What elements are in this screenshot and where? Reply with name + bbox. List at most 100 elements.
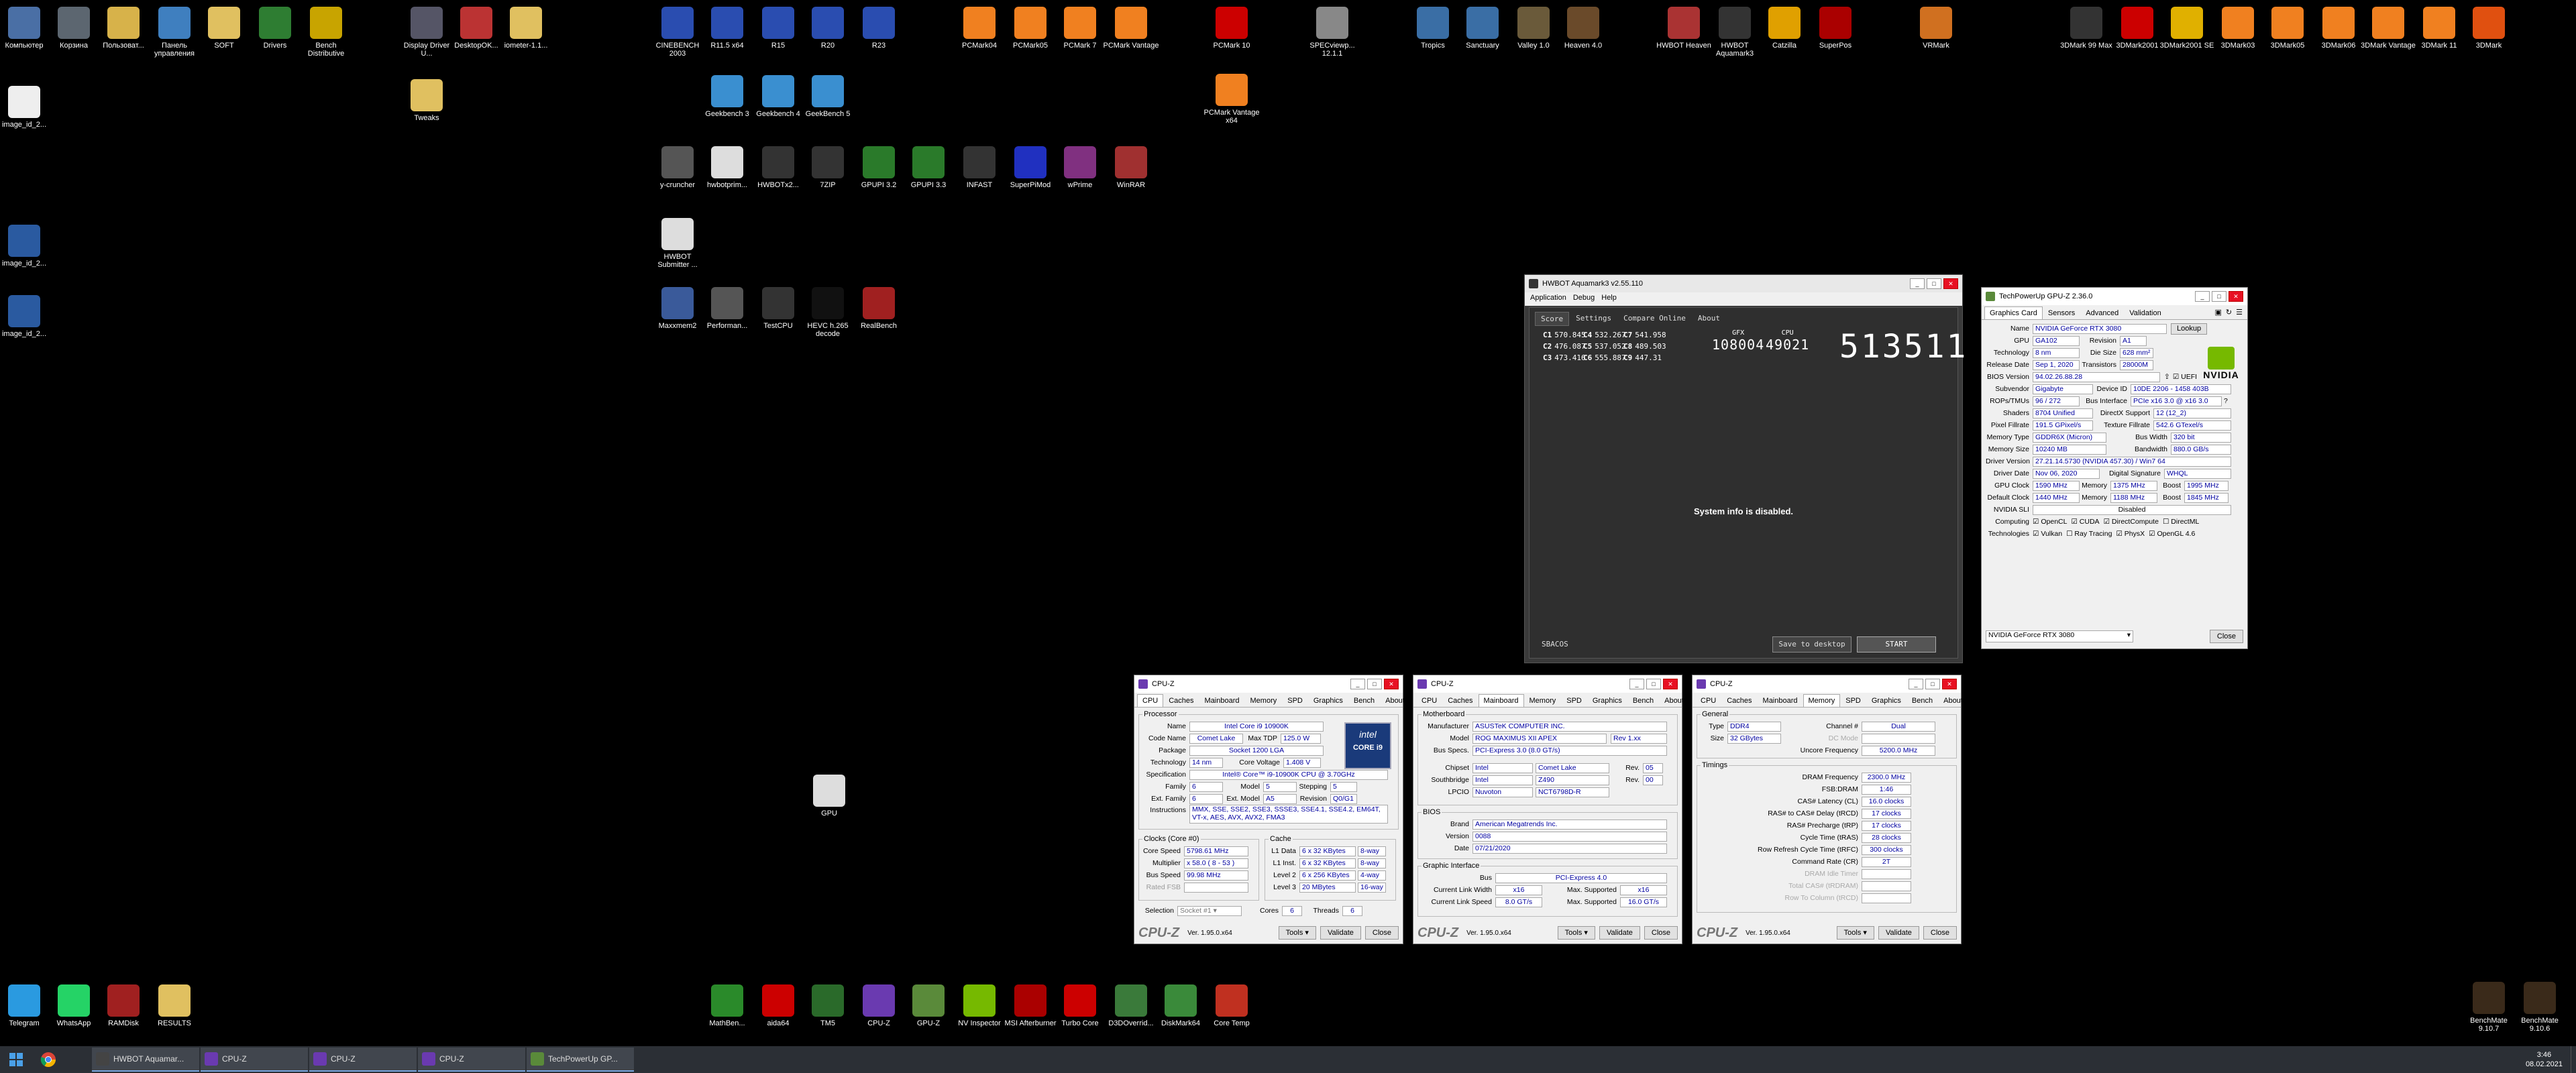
desktop-icon[interactable]: Bench Distributive bbox=[297, 7, 355, 58]
menu-application[interactable]: Application bbox=[1530, 294, 1566, 304]
chrome-pinned[interactable] bbox=[32, 1046, 64, 1073]
desktop-icon[interactable]: SOFT bbox=[195, 7, 253, 50]
menu-debug[interactable]: Debug bbox=[1573, 294, 1595, 304]
tab-mainboard[interactable]: Mainboard bbox=[1758, 694, 1803, 707]
desktop-icon[interactable]: Пользоват... bbox=[95, 7, 152, 50]
maximize-button[interactable]: □ bbox=[1646, 679, 1661, 689]
menu-help[interactable]: Help bbox=[1601, 294, 1617, 304]
tab-compare-online[interactable]: Compare Online bbox=[1618, 312, 1691, 326]
menu-icon[interactable]: ☰ bbox=[2234, 306, 2245, 319]
desktop-icon[interactable]: BenchMate 9.10.7 bbox=[2460, 982, 2518, 1033]
desktop-icon[interactable]: image_id_2... bbox=[0, 86, 53, 129]
desktop-icon[interactable]: SuperPos bbox=[1807, 7, 1864, 50]
tab-about[interactable]: About bbox=[1659, 694, 1689, 707]
desktop-icon[interactable]: DiskMark64 bbox=[1152, 984, 1210, 1027]
desktop-icon[interactable]: R11.5 x64 bbox=[698, 7, 756, 50]
tab-memory[interactable]: Memory bbox=[1245, 694, 1283, 707]
tab-caches[interactable]: Caches bbox=[1721, 694, 1757, 707]
close-button[interactable]: ✕ bbox=[1943, 278, 1958, 289]
desktop-icon[interactable]: NV Inspector bbox=[951, 984, 1008, 1027]
title-bar[interactable]: TechPowerUp GPU-Z 2.36.0 _ □ ✕ bbox=[1982, 288, 2247, 305]
desktop-icon[interactable]: image_id_2... bbox=[0, 295, 53, 338]
desktop-icon[interactable]: HEVC h.265 decode bbox=[799, 287, 857, 338]
tab-spd[interactable]: SPD bbox=[1282, 694, 1308, 707]
taskbar-window-button[interactable]: HWBOT Aquamar... bbox=[92, 1048, 199, 1072]
taskbar-window-button[interactable]: TechPowerUp GP... bbox=[527, 1048, 634, 1072]
desktop-icon[interactable]: INFAST bbox=[951, 146, 1008, 189]
maximize-button[interactable]: □ bbox=[1367, 679, 1382, 689]
taskbar-window-button[interactable]: CPU-Z bbox=[418, 1048, 525, 1072]
taskbar-window-button[interactable]: CPU-Z bbox=[201, 1048, 308, 1072]
tab-graphics[interactable]: Graphics bbox=[1866, 694, 1907, 707]
tab-advanced[interactable]: Advanced bbox=[2080, 306, 2124, 319]
desktop-icon[interactable]: wPrime bbox=[1051, 146, 1109, 189]
tab-about[interactable]: About bbox=[1380, 694, 1410, 707]
desktop-icon[interactable]: GPU bbox=[800, 775, 858, 817]
close-button[interactable]: Close bbox=[1923, 926, 1957, 940]
tab-caches[interactable]: Caches bbox=[1442, 694, 1478, 707]
minimize-button[interactable]: _ bbox=[1909, 679, 1923, 689]
validate-button[interactable]: Validate bbox=[1599, 926, 1640, 940]
desktop-icon[interactable]: Heaven 4.0 bbox=[1554, 7, 1612, 50]
title-bar[interactable]: CPU-Z _ □ ✕ bbox=[1413, 675, 1682, 693]
save-to-desktop-button[interactable]: Save to desktop bbox=[1772, 636, 1851, 653]
tab-bench[interactable]: Bench bbox=[1627, 694, 1659, 707]
tab-cpu[interactable]: CPU bbox=[1416, 694, 1442, 707]
title-bar[interactable]: CPU-Z _ □ ✕ bbox=[1693, 675, 1961, 693]
desktop-icon[interactable]: Geekbench 3 bbox=[698, 75, 756, 118]
desktop-icon[interactable]: Drivers bbox=[246, 7, 304, 50]
desktop-icon[interactable]: R20 bbox=[799, 7, 857, 50]
help-icon[interactable]: ? bbox=[2224, 397, 2228, 405]
minimize-button[interactable]: _ bbox=[2195, 291, 2210, 302]
desktop-icon[interactable]: HWBOT Submitter ... bbox=[649, 218, 706, 269]
tab-bench[interactable]: Bench bbox=[1348, 694, 1380, 707]
socket-select-dropdown[interactable]: Socket #1 ▾ bbox=[1177, 905, 1242, 916]
tab-cpu[interactable]: CPU bbox=[1695, 694, 1721, 707]
desktop-icon[interactable]: PCMark04 bbox=[951, 7, 1008, 50]
gpu-select-dropdown[interactable]: NVIDIA GeForce RTX 3080 ▾ bbox=[1986, 630, 2133, 642]
validate-button[interactable]: Validate bbox=[1320, 926, 1361, 940]
desktop-icon[interactable]: WinRAR bbox=[1102, 146, 1160, 189]
desktop-icon[interactable]: Sanctuary bbox=[1454, 7, 1511, 50]
desktop-icon[interactable]: MathBen... bbox=[698, 984, 756, 1027]
close-button[interactable]: ✕ bbox=[1942, 679, 1957, 689]
desktop-icon[interactable]: 3DMark Vantage bbox=[2359, 7, 2417, 50]
desktop-icon[interactable]: image_id_2... bbox=[0, 225, 53, 268]
tools-button[interactable]: Tools ▾ bbox=[1278, 926, 1316, 940]
tab-memory[interactable]: Memory bbox=[1524, 694, 1562, 707]
tab-validation[interactable]: Validation bbox=[2124, 306, 2167, 319]
desktop-icon[interactable]: iometer-1.1... bbox=[497, 7, 555, 50]
desktop-icon[interactable]: hwbotprim... bbox=[698, 146, 756, 189]
desktop-icon[interactable]: PCMark 10 bbox=[1203, 7, 1260, 50]
tab-score[interactable]: Score bbox=[1535, 312, 1570, 326]
minimize-button[interactable]: _ bbox=[1629, 679, 1644, 689]
desktop-icon[interactable]: PCMark Vantage bbox=[1102, 7, 1160, 50]
desktop-icon[interactable]: Core Temp bbox=[1203, 984, 1260, 1027]
desktop-icon[interactable]: 3DMark2001 SE bbox=[2158, 7, 2216, 50]
camera-icon[interactable]: ▣ bbox=[2213, 306, 2224, 319]
tab-cpu[interactable]: CPU bbox=[1137, 694, 1164, 707]
desktop-icon[interactable]: SPECviewp... 12.1.1 bbox=[1303, 7, 1361, 58]
share-icon[interactable]: ⇪ bbox=[2164, 373, 2170, 381]
close-button[interactable]: ✕ bbox=[2229, 291, 2243, 302]
close-button[interactable]: Close bbox=[1644, 926, 1678, 940]
tab-graphics[interactable]: Graphics bbox=[1587, 694, 1627, 707]
maximize-button[interactable]: □ bbox=[1927, 278, 1941, 289]
desktop-icon[interactable]: R23 bbox=[850, 7, 908, 50]
desktop-icon[interactable]: GPU-Z bbox=[900, 984, 957, 1027]
desktop-icon[interactable]: 3DMark 99 Max bbox=[2057, 7, 2115, 50]
desktop-icon[interactable]: Turbo Core bbox=[1051, 984, 1109, 1027]
desktop-icon[interactable]: Catzilla bbox=[1756, 7, 1813, 50]
lookup-button[interactable]: Lookup bbox=[2171, 323, 2208, 335]
tab-about[interactable]: About bbox=[1938, 694, 1968, 707]
desktop-icon[interactable]: GPUPI 3.3 bbox=[900, 146, 957, 189]
title-bar[interactable]: CPU-Z _ □ ✕ bbox=[1134, 675, 1403, 693]
desktop-icon[interactable]: RAMDisk bbox=[95, 984, 152, 1027]
minimize-button[interactable]: _ bbox=[1350, 679, 1365, 689]
tab-caches[interactable]: Caches bbox=[1163, 694, 1199, 707]
tab-bench[interactable]: Bench bbox=[1907, 694, 1938, 707]
desktop-icon[interactable]: TM5 bbox=[799, 984, 857, 1027]
close-button[interactable]: Close bbox=[2209, 630, 2243, 643]
desktop-icon[interactable]: VRMark bbox=[1907, 7, 1965, 50]
start-button[interactable]: START bbox=[1857, 636, 1936, 653]
